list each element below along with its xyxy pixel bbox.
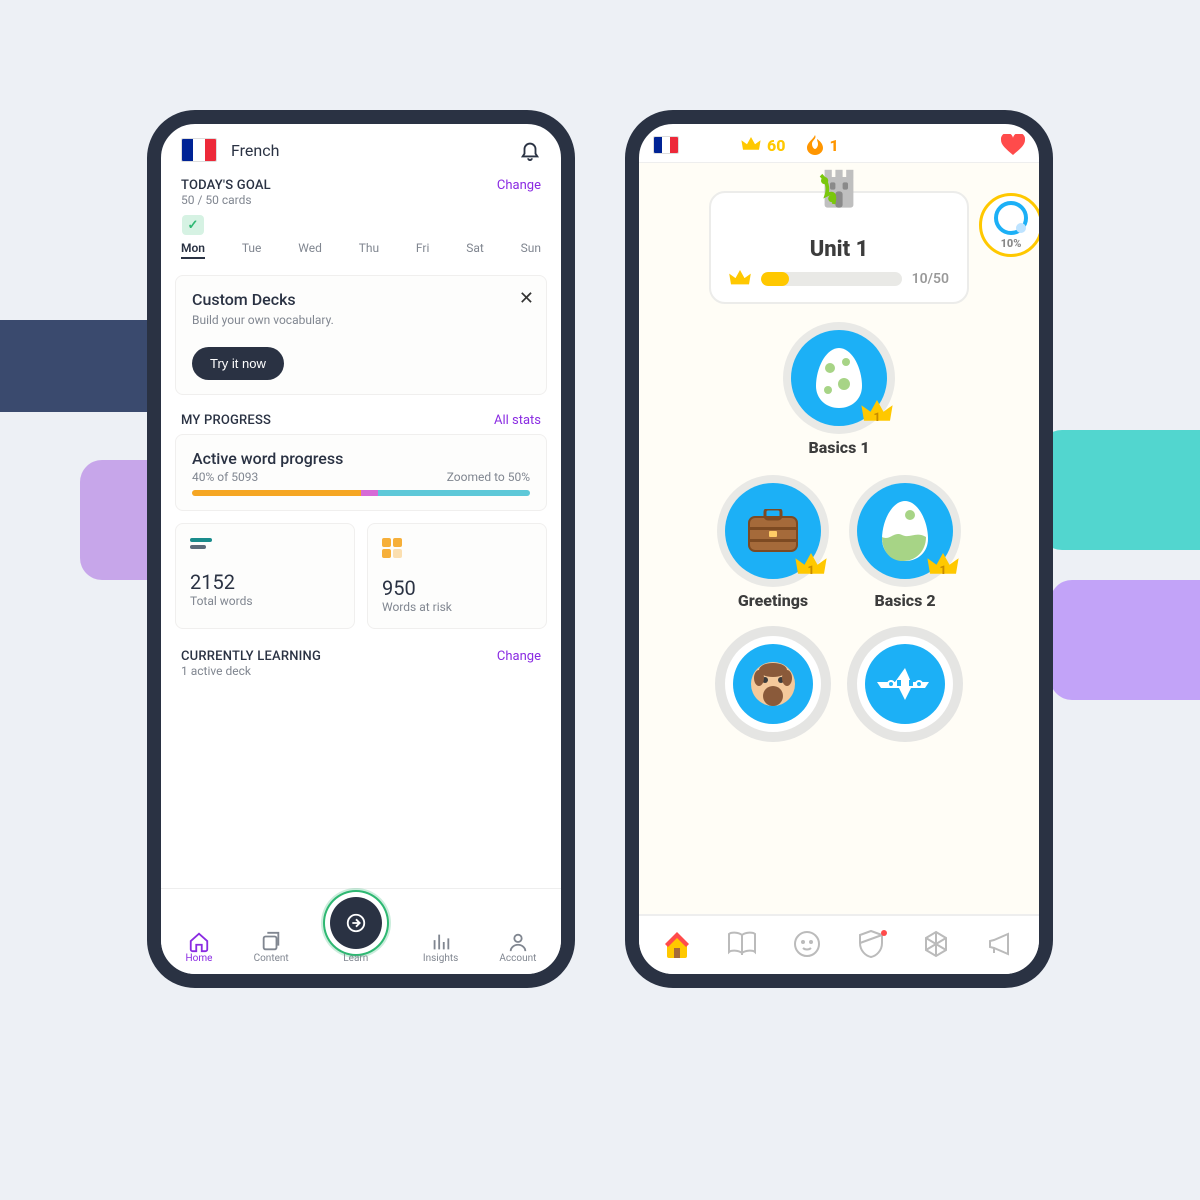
castle-icon: [812, 163, 866, 213]
skill-basics-1[interactable]: 1 Basics 1: [791, 330, 887, 457]
face-outline-icon: [792, 929, 822, 959]
change-goal-link[interactable]: Change: [497, 178, 541, 193]
unit-card[interactable]: Unit 1 10/50: [709, 191, 969, 304]
skill-label: Basics 1: [808, 438, 869, 457]
nav-home[interactable]: Home: [186, 931, 213, 964]
day-sun[interactable]: Sun: [521, 215, 541, 259]
gem-icon: [922, 930, 950, 958]
unit-progress-count: 10/50: [912, 271, 949, 287]
words-at-risk-label: Words at risk: [382, 600, 532, 614]
streak-metric[interactable]: 1: [807, 135, 838, 155]
unit-progress-bar: [761, 272, 902, 286]
crown-badge: 1: [795, 553, 827, 583]
learn-fab-icon[interactable]: [330, 897, 382, 949]
flame-icon: [807, 135, 823, 155]
currently-learning-subtitle: 1 active deck: [181, 664, 321, 678]
bg-shape-teal: [1040, 430, 1200, 550]
check-icon: ✓: [182, 215, 204, 235]
bottom-nav: [639, 914, 1039, 974]
tab-learn[interactable]: [657, 926, 697, 962]
egg-cracked-icon: [880, 501, 930, 561]
megaphone-icon: [987, 932, 1015, 956]
tab-profile[interactable]: [787, 926, 827, 962]
heart-icon[interactable]: [1001, 134, 1025, 156]
try-it-now-button[interactable]: Try it now: [192, 347, 284, 380]
skill-travel[interactable]: [857, 636, 953, 732]
bg-shape-navy: [0, 320, 150, 412]
bell-icon[interactable]: [519, 138, 541, 162]
nav-account[interactable]: Account: [499, 931, 536, 964]
day-sat[interactable]: Sat: [466, 215, 484, 259]
crown-icon: [729, 270, 751, 288]
words-at-risk-card[interactable]: 950 Words at risk: [367, 523, 547, 629]
phone-right: 60 1 10% Unit 1: [625, 110, 1053, 988]
crown-badge: 1: [927, 553, 959, 583]
badge-percent: 10%: [1001, 237, 1022, 250]
top-bar: 60 1: [639, 124, 1039, 163]
french-flag-icon[interactable]: [181, 138, 217, 162]
words-at-risk-value: 950: [382, 576, 532, 600]
skill-basics-2[interactable]: 1 Basics 2: [857, 483, 953, 610]
active-word-title: Active word progress: [192, 449, 530, 468]
crowns-metric[interactable]: 60: [741, 136, 785, 155]
header: French: [161, 124, 561, 172]
day-wed[interactable]: Wed: [298, 215, 322, 259]
progress-bar: [192, 490, 530, 496]
book-icon: [727, 931, 757, 957]
tab-news[interactable]: [981, 926, 1021, 962]
day-thu[interactable]: Thu: [359, 215, 379, 259]
crown-badge: 1: [861, 400, 893, 430]
total-words-card[interactable]: 2152 Total words: [175, 523, 355, 629]
nav-content[interactable]: Content: [254, 931, 289, 964]
custom-decks-subtitle: Build your own vocabulary.: [192, 313, 530, 327]
bottom-nav: Home Content Learn Insights Account: [161, 888, 561, 974]
custom-decks-card: ✕ Custom Decks Build your own vocabulary…: [175, 275, 547, 395]
active-word-zoom: Zoomed to 50%: [447, 470, 530, 484]
skill-greetings[interactable]: 1 Greetings: [725, 483, 821, 610]
skill-label: Basics 2: [874, 591, 935, 610]
language-name[interactable]: French: [231, 141, 505, 160]
nav-learn[interactable]: Learn: [330, 897, 382, 964]
crown-icon: [741, 137, 761, 153]
day-fri[interactable]: Fri: [416, 215, 429, 259]
currently-learning-title: CURRENTLY LEARNING: [181, 649, 321, 664]
skill-people[interactable]: [725, 636, 821, 732]
french-flag-icon[interactable]: [653, 136, 679, 154]
weekdays-row: ✓ Mon Tue Wed Thu Fri Sat Sun: [161, 207, 561, 271]
suitcase-icon: [745, 509, 801, 553]
total-words-value: 2152: [190, 570, 340, 594]
todays-goal-progress: 50 / 50 cards: [181, 193, 271, 207]
face-icon: [747, 658, 799, 710]
nav-insights[interactable]: Insights: [423, 931, 458, 964]
bg-shape-lilac: [1050, 580, 1200, 700]
day-mon[interactable]: ✓ Mon: [181, 215, 205, 259]
monthly-badge[interactable]: 10%: [979, 193, 1039, 257]
active-word-progress-card[interactable]: Active word progress 40% of 5093 Zoomed …: [175, 434, 547, 511]
badge-icon: [994, 201, 1028, 235]
close-icon[interactable]: ✕: [519, 288, 534, 309]
unit-title: Unit 1: [729, 237, 949, 262]
phone-left: French TODAY'S GOAL 50 / 50 cards Change…: [147, 110, 575, 988]
tab-leaderboard[interactable]: [851, 926, 891, 962]
egg-icon: [814, 348, 864, 408]
home-icon: [661, 928, 693, 960]
airplane-icon: [877, 664, 933, 704]
change-deck-link[interactable]: Change: [497, 649, 541, 664]
all-stats-link[interactable]: All stats: [494, 413, 541, 428]
tab-shop[interactable]: [916, 926, 956, 962]
total-words-label: Total words: [190, 594, 340, 608]
grid-icon: [382, 538, 402, 558]
my-progress-title: MY PROGRESS: [181, 413, 271, 428]
active-word-pct: 40% of 5093: [192, 470, 258, 484]
notification-dot: [881, 930, 887, 936]
day-tue[interactable]: Tue: [242, 215, 262, 259]
stacked-bars-icon: [190, 538, 212, 552]
custom-decks-title: Custom Decks: [192, 290, 530, 309]
todays-goal-title: TODAY'S GOAL: [181, 178, 271, 193]
skill-label: Greetings: [738, 591, 808, 610]
tab-stories[interactable]: [722, 926, 762, 962]
skill-tree[interactable]: 10% Unit 1 10/50: [639, 163, 1039, 914]
